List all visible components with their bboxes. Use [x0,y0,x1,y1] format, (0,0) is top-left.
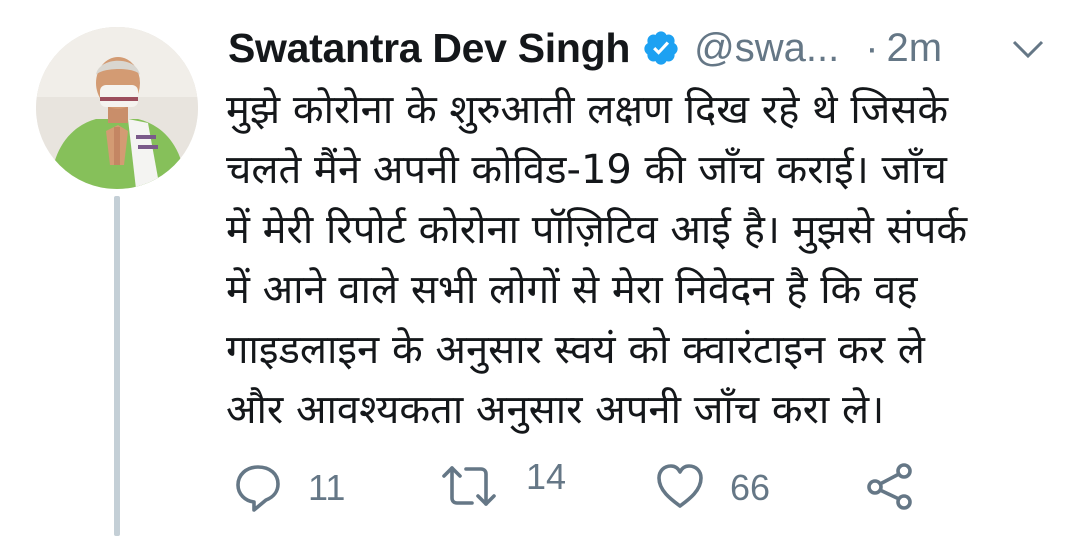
author-display-name[interactable]: Swatantra Dev Singh [228,25,630,72]
tweet-actions: 11 14 66 [232,456,1052,516]
reply-icon [232,460,284,516]
chevron-down-icon[interactable] [1008,36,1048,62]
retweet-icon [440,460,498,516]
thread-line [114,196,120,536]
share-icon [864,460,916,516]
retweet-button[interactable]: 14 [440,456,566,516]
tweet-timestamp[interactable]: 2m [887,26,943,71]
reply-count: 11 [308,467,346,508]
tweet[interactable]: Swatantra Dev Singh @swa... · 2m मुझे को… [0,0,1080,536]
avatar[interactable] [36,27,198,189]
heart-icon [654,460,706,516]
tweet-header: Swatantra Dev Singh @swa... · 2m [228,22,1048,74]
verified-badge-icon [642,29,680,67]
retweet-count: 14 [526,456,567,497]
author-handle[interactable]: @swa... [694,26,839,71]
like-count: 66 [730,467,771,508]
tweet-text: मुझे कोरोना के शुरुआती लक्षण दिख रहे थे … [226,87,968,433]
header-separator: · [865,25,879,70]
share-button[interactable] [864,460,916,516]
reply-button[interactable]: 11 [232,460,345,516]
profile-photo-icon [36,27,198,189]
like-button[interactable]: 66 [654,460,770,516]
